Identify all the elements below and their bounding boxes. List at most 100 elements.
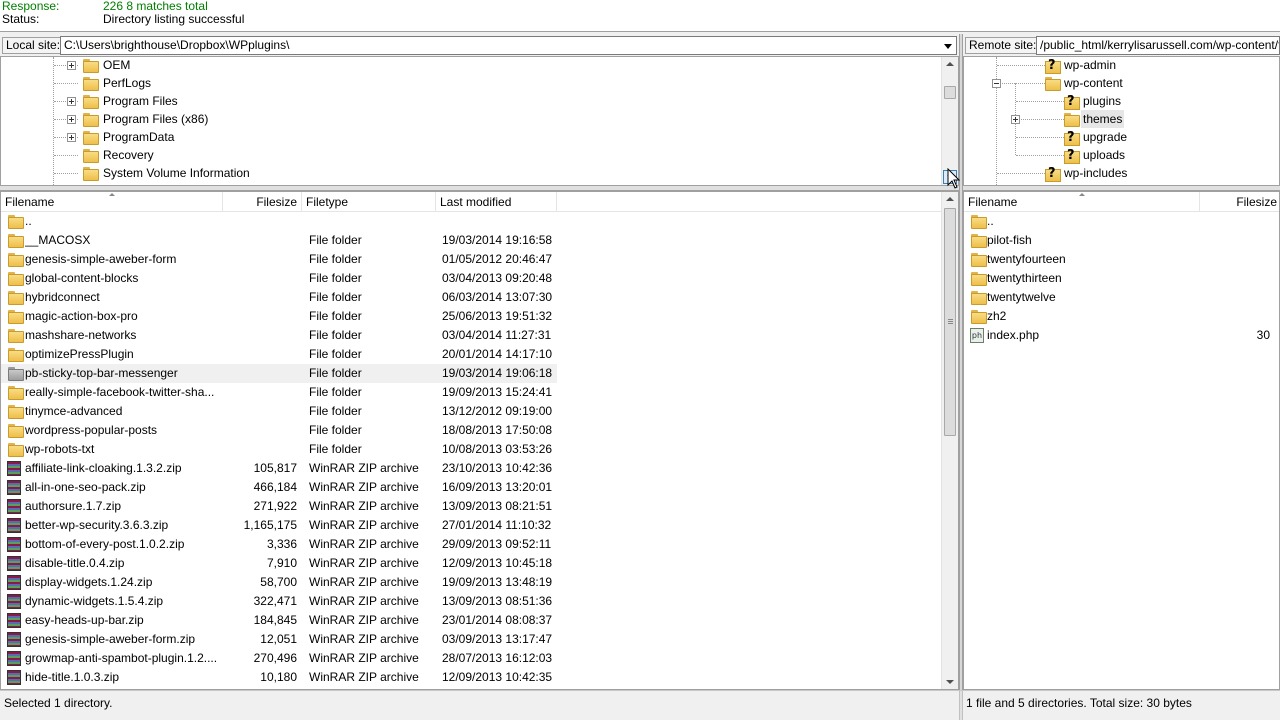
file-row[interactable]: better-wp-security.3.6.3.zip 1,165,175 Win… [1,516,939,535]
column-header-last-modified[interactable]: Last modified [436,192,557,212]
tree-connector [997,83,1045,84]
file-row[interactable]: ph index.php 30 [964,326,1279,345]
folder-icon [82,77,99,91]
file-row[interactable]: global-content-blocks File folder 03/04/20… [1,269,939,288]
message-log[interactable]: Response: 226 8 matches total Status: Dire… [0,0,1280,32]
remote-tree-item[interactable]: ? wp-includes [964,164,1279,182]
local-tree-item[interactable]: System Volume Information [1,164,931,182]
column-header-filename[interactable]: Filename [1,192,223,212]
collapse-icon[interactable] [992,79,1001,88]
expand-icon[interactable] [67,97,76,106]
column-header-filename-label: Filename [5,195,55,209]
local-tree-scrollbar[interactable] [941,57,958,185]
file-modified: 25/06/2013 19:51:32 [442,309,553,323]
file-row[interactable]: bottom-of-every-post.1.0.2.zip 3,336 WinRA… [1,535,939,554]
column-header-filename[interactable]: Filename [964,192,1200,212]
file-row[interactable]: dynamic-widgets.1.5.4.zip 322,471 WinRAR Z… [1,592,939,611]
local-tree-item[interactable]: Program Files (x86) [1,110,931,128]
file-row[interactable]: .. [964,212,1279,231]
file-row[interactable]: affiliate-link-cloaking.1.3.2.zip 105,817… [1,459,939,478]
local-directory-tree[interactable]: OEM PerfLogs Program Files Program Files (x… [0,56,959,186]
local-tree-item[interactable]: Recovery [1,146,931,164]
file-row[interactable]: all-in-one-seo-pack.zip 466,184 WinRAR ZIP… [1,478,939,497]
file-row[interactable]: hybridconnect File folder 06/03/2014 13:07… [1,288,939,307]
file-row[interactable]: twentytwelve [964,288,1279,307]
local-path-text[interactable]: C:\Users\brighthouse\Dropbox\WPplugins\ [64,38,289,52]
local-tree-item[interactable]: ProgramData [1,128,931,146]
expand-icon[interactable] [1011,115,1020,124]
scroll-up-icon[interactable] [946,197,954,201]
remote-tree-item[interactable]: themes [964,110,1279,128]
local-list-scroll-thumb[interactable] [944,208,956,436]
expand-icon[interactable] [67,61,76,70]
file-row[interactable]: __MACOSX File folder 19/03/2014 19:16:58 [1,231,939,250]
file-row[interactable]: hide-title.1.0.3.zip 10,180 WinRAR ZIP arc… [1,668,939,687]
unknown-folder-icon: ? [1063,148,1080,164]
remote-path-combo[interactable]: /public_html/kerrylisarussell.com/wp-con… [1036,36,1280,55]
remote-directory-tree[interactable]: ? wp-admin wp-content ? plugins themes? upgrad… [963,56,1280,186]
file-name: display-widgets.1.24.zip [25,575,153,589]
remote-tree-item[interactable]: ? plugins [964,92,1279,110]
file-row[interactable]: twentythirteen [964,269,1279,288]
remote-path-text[interactable]: /public_html/kerrylisarussell.com/wp-con… [1040,38,1279,52]
remote-tree-item[interactable]: ? upgrade [964,128,1279,146]
local-tree-item[interactable]: Program Files [1,92,931,110]
file-row[interactable]: genesis-simple-aweber-form File folder 01/… [1,250,939,269]
local-file-list[interactable]: Filename Filesize Filetype Last modified… [0,191,959,690]
file-name: wordpress-popular-posts [25,423,158,437]
local-tree-item[interactable]: OEM [1,57,931,74]
file-row[interactable]: genesis-simple-aweber-form.zip 12,051 WinR… [1,630,939,649]
chevron-down-icon[interactable] [944,44,952,49]
expand-icon[interactable] [67,133,76,142]
log-status-label: Status: [2,12,40,26]
scroll-down-icon[interactable] [946,680,954,684]
file-row[interactable]: magic-action-box-pro File folder 25/06/201… [1,307,939,326]
file-row[interactable]: wordpress-popular-posts File folder 18/08/… [1,421,939,440]
file-type: WinRAR ZIP archive [309,556,419,570]
zip-archive-icon [7,613,21,628]
remote-tree-item-label: wp-content [1064,76,1123,90]
file-row[interactable]: display-widgets.1.24.zip 58,700 WinRAR ZIP… [1,573,939,592]
file-row[interactable]: mashshare-networks File folder 03/04/2014 … [1,326,939,345]
folder-icon [970,234,987,248]
file-row[interactable]: twentyfourteen [964,250,1279,269]
file-row[interactable]: tinymce-advanced File folder 13/12/2012 09… [1,402,939,421]
remote-file-list[interactable]: Filename Filesize .. pilot-fish twentyfour… [963,191,1280,690]
file-row[interactable]: really-simple-facebook-twitter-sha... Fil… [1,383,939,402]
file-row[interactable]: zh2 [964,307,1279,326]
file-row[interactable]: .. [1,212,939,231]
local-tree-scroll-thumb[interactable] [944,86,956,99]
remote-tree-item[interactable]: wp-content [964,74,1279,92]
file-type: WinRAR ZIP archive [309,518,419,532]
column-header-filesize[interactable]: Filesize [223,192,302,212]
file-row[interactable]: growmap-anti-spambot-plugin.1.2.... 270,4… [1,649,939,668]
column-header-filetype[interactable]: Filetype [302,192,436,212]
sort-ascending-icon [1079,193,1085,196]
column-header-filesize-label: Filesize [256,195,297,209]
tree-connector [1016,155,1064,156]
file-row[interactable]: pb-sticky-top-bar-messenger File folder 19… [1,364,557,383]
file-row[interactable]: disable-title.0.4.zip 7,910 WinRAR ZIP arc… [1,554,939,573]
remote-site-label: Remote site: [965,37,1041,54]
remote-tree-item[interactable]: ? wp-admin [964,57,1279,74]
remote-status-text: 1 file and 5 directories. Total size: 30… [966,696,1192,710]
column-header-filetype-label: Filetype [306,195,349,209]
file-row[interactable]: optimizePressPlugin File folder 20/01/2014… [1,345,939,364]
local-list-scrollbar[interactable] [941,192,958,689]
file-row[interactable]: authorsure.1.7.zip 271,922 WinRAR ZIP arch… [1,497,939,516]
local-site-bar: Local site: C:\Users\brighthouse\Dropbox… [0,34,959,56]
file-row[interactable]: easy-heads-up-bar.zip 184,845 WinRAR ZIP a… [1,611,939,630]
expand-icon[interactable] [67,115,76,124]
remote-tree-item[interactable]: ? uploads [964,146,1279,164]
file-name: dynamic-widgets.1.5.4.zip [25,594,164,608]
column-header-filesize[interactable]: Filesize [1200,192,1279,212]
file-row[interactable]: wp-robots-txt File folder 10/08/2013 03:53… [1,440,939,459]
tree-connector [54,83,78,84]
file-row[interactable]: pilot-fish [964,231,1279,250]
scroll-up-icon[interactable] [946,62,954,66]
file-size: 58,700 [260,575,297,589]
local-path-combo[interactable]: C:\Users\brighthouse\Dropbox\WPplugins\ [60,36,957,55]
local-tree-item[interactable]: PerfLogs [1,74,931,92]
remote-tree-item-label: uploads [1083,148,1126,162]
tree-connector [54,155,78,156]
